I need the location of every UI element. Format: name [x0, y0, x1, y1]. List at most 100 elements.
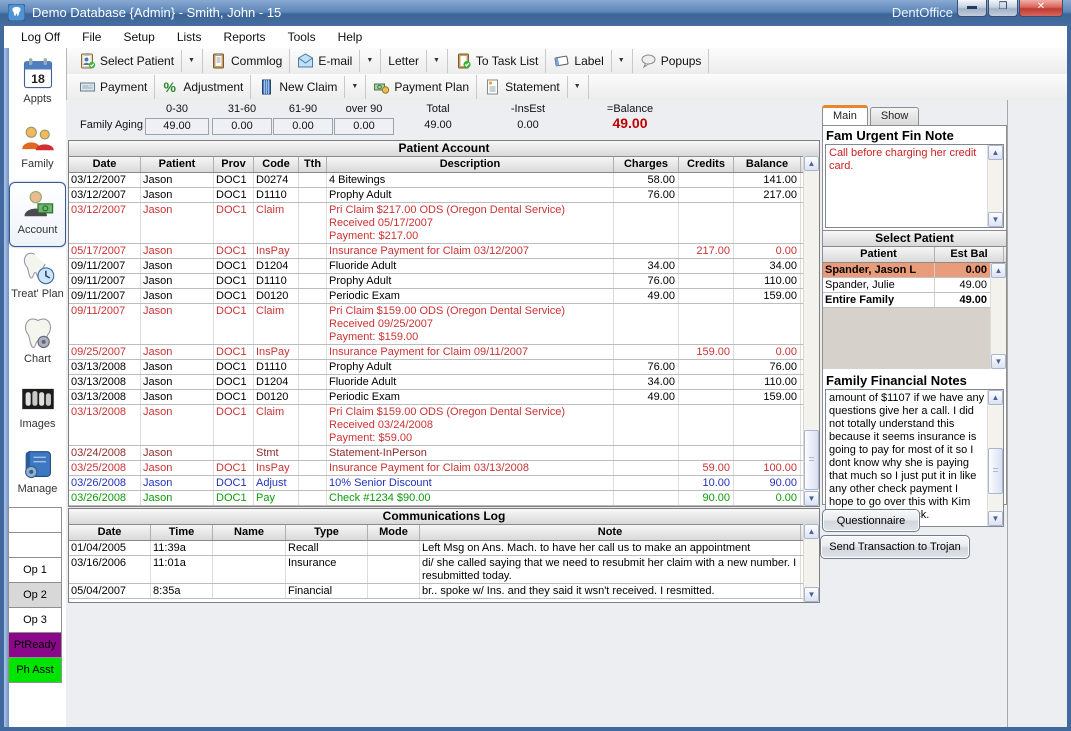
select-patient-row[interactable]: Entire Family49.00: [823, 293, 1006, 308]
maximize-button[interactable]: ❒: [988, 0, 1018, 17]
toolbar-button-to-task-list[interactable]: To Task List: [448, 49, 546, 73]
questionnaire-button[interactable]: Questionnaire: [822, 509, 920, 532]
urgent-note-box[interactable]: Call before charging her credit card. ▲ …: [825, 144, 1004, 228]
scroll-down-icon[interactable]: ▼: [991, 354, 1006, 369]
scroll-up-icon[interactable]: ▲: [988, 390, 1003, 405]
menu-item-file[interactable]: File: [71, 27, 112, 47]
account-row[interactable]: 03/12/2007JasonDOC1D02744 Bitewings58.00…: [69, 173, 819, 188]
account-row[interactable]: 03/12/2007JasonDOC1ClaimPri Claim $217.0…: [69, 203, 819, 244]
close-button[interactable]: ✕: [1019, 0, 1063, 17]
sidebar-item-images[interactable]: Images: [9, 377, 66, 442]
account-row[interactable]: 09/11/2007JasonDOC1ClaimPri Claim $159.0…: [69, 304, 819, 345]
select-patient-scrollbar[interactable]: ▲ ▼: [990, 263, 1006, 369]
toolbar-button-e-mail[interactable]: E-mail▼: [290, 49, 381, 73]
sidebar-item-appts[interactable]: 18Appts: [9, 52, 66, 117]
toolbar-button-label: Adjustment: [183, 80, 243, 94]
column-header-date: Date: [69, 525, 151, 540]
dropdown-arrow-icon[interactable]: ▼: [181, 50, 195, 72]
cell: 09/11/2007: [69, 304, 141, 344]
cell: [614, 244, 679, 258]
toolbar-button-adjustment[interactable]: %Adjustment: [155, 75, 251, 99]
toolbar-button-letter[interactable]: Letter▼: [381, 49, 448, 73]
dropdown-arrow-icon[interactable]: ▼: [611, 50, 625, 72]
cell: DOC1: [214, 188, 254, 202]
dropdown-arrow-icon[interactable]: ▼: [426, 50, 440, 72]
commlog-scrollbar[interactable]: ▲ ▼: [803, 524, 819, 602]
toolbar-button-statement[interactable]: Statement▼: [477, 75, 589, 99]
op-cell-op-3[interactable]: Op 3: [8, 607, 62, 633]
cell: 01/04/2005: [69, 541, 151, 555]
commlog-row[interactable]: 03/16/200611:01aInsurancedi/ she called …: [69, 556, 819, 584]
select-patient-row[interactable]: Spander, Jason L0.00: [823, 263, 1006, 278]
scroll-up-icon[interactable]: ▲: [804, 156, 819, 171]
toolbar-button-label: Payment Plan: [394, 80, 469, 94]
toolbar-button-label[interactable]: Label▼: [546, 49, 632, 73]
send-transaction-trojan-button[interactable]: Send Transaction to Trojan: [820, 535, 970, 559]
scroll-down-icon[interactable]: ▼: [804, 491, 819, 506]
account-row[interactable]: 03/13/2008JasonDOC1D1110Prophy Adult76.0…: [69, 360, 819, 375]
fin-notes-scrollbar[interactable]: ▲ ▼: [987, 390, 1003, 526]
cell: 03/26/2008: [69, 476, 141, 490]
column-header-balance: Balance: [734, 157, 801, 172]
op-cell-ph-asst[interactable]: Ph Asst: [8, 657, 62, 683]
menu-item-lists[interactable]: Lists: [166, 27, 213, 47]
account-row[interactable]: 03/26/2008JasonDOC1Adjust10% Senior Disc…: [69, 476, 819, 491]
toolbar-button-commlog[interactable]: Commlog: [203, 49, 290, 73]
account-row[interactable]: 03/25/2008JasonDOC1InsPayInsurance Payme…: [69, 461, 819, 476]
op-cell-op-2[interactable]: Op 2: [8, 582, 62, 608]
scroll-up-icon[interactable]: ▲: [988, 145, 1003, 160]
sidebar-item-account[interactable]: Account: [9, 182, 66, 247]
account-row[interactable]: 03/13/2008JasonDOC1ClaimPri Claim $159.0…: [69, 405, 819, 446]
cell: [299, 360, 327, 374]
scroll-down-icon[interactable]: ▼: [988, 212, 1003, 227]
account-scroll-thumb[interactable]: [804, 430, 819, 490]
account-row[interactable]: 05/17/2007JasonDOC1InsPayInsurance Payme…: [69, 244, 819, 259]
scroll-up-icon[interactable]: ▲: [804, 524, 819, 539]
patient-name: Spander, Jason L: [823, 263, 935, 277]
commlog-row[interactable]: 05/04/20078:35aFinancialbr.. spoke w/ In…: [69, 584, 819, 599]
toolbar-button-select-patient[interactable]: Select Patient▼: [72, 49, 203, 73]
menu-item-log-off[interactable]: Log Off: [10, 27, 71, 47]
toolbar-button-popups[interactable]: Popups: [633, 49, 710, 73]
sidebar-item-manage[interactable]: Manage: [9, 442, 66, 507]
sidebar-item-treat-plan[interactable]: Treat' Plan: [9, 247, 66, 312]
account-row[interactable]: 03/24/2008JasonStmtStatement-InPerson: [69, 446, 819, 461]
fin-notes-box[interactable]: amount of $1107 if we have any questions…: [825, 389, 1004, 527]
account-row[interactable]: 03/26/2008JasonDOC1PayCheck #1234 $90.00…: [69, 491, 819, 506]
toolbar-button-new-claim[interactable]: New Claim▼: [251, 75, 366, 99]
account-row[interactable]: 09/25/2007JasonDOC1InsPayInsurance Payme…: [69, 345, 819, 360]
scroll-down-icon[interactable]: ▼: [804, 587, 819, 602]
tab-show[interactable]: Show: [870, 107, 920, 125]
account-scrollbar[interactable]: ▲ ▼: [803, 156, 819, 506]
sidebar-item-family[interactable]: Family: [9, 117, 66, 182]
scroll-up-icon[interactable]: ▲: [991, 263, 1006, 278]
op-cell-op-1[interactable]: Op 1: [8, 557, 62, 583]
dropdown-arrow-icon[interactable]: ▼: [344, 76, 358, 98]
account-row[interactable]: 09/11/2007JasonDOC1D1110Prophy Adult76.0…: [69, 274, 819, 289]
dropdown-arrow-icon[interactable]: ▼: [359, 50, 373, 72]
urgent-note-scrollbar[interactable]: ▲ ▼: [987, 145, 1003, 227]
toolbar-button-payment-plan[interactable]: Payment Plan: [366, 75, 477, 99]
dropdown-arrow-icon[interactable]: ▼: [567, 76, 581, 98]
fin-notes-scroll-thumb[interactable]: [988, 448, 1003, 494]
menu-item-tools[interactable]: Tools: [277, 27, 327, 47]
menu-item-setup[interactable]: Setup: [112, 27, 165, 47]
account-row[interactable]: 09/11/2007JasonDOC1D0120Periodic Exam49.…: [69, 289, 819, 304]
select-patient-row[interactable]: Spander, Julie49.00: [823, 278, 1006, 293]
tab-main[interactable]: Main: [822, 105, 868, 125]
commlog-row[interactable]: 01/04/200511:39aRecallLeft Msg on Ans. M…: [69, 541, 819, 556]
op-cell-empty[interactable]: [8, 532, 62, 558]
sidebar-item-chart[interactable]: Chart: [9, 312, 66, 377]
op-cell-ptready[interactable]: PtReady: [8, 632, 62, 658]
account-row[interactable]: 03/12/2007JasonDOC1D1110Prophy Adult76.0…: [69, 188, 819, 203]
menu-item-help[interactable]: Help: [327, 27, 374, 47]
scroll-down-icon[interactable]: ▼: [988, 511, 1003, 526]
account-row[interactable]: 03/13/2008JasonDOC1D1204Fluoride Adult34…: [69, 375, 819, 390]
cell-description: Periodic Exam: [327, 390, 614, 404]
op-cell-empty[interactable]: [8, 507, 62, 533]
account-row[interactable]: 09/11/2007JasonDOC1D1204Fluoride Adult34…: [69, 259, 819, 274]
menu-item-reports[interactable]: Reports: [213, 27, 277, 47]
toolbar-button-payment[interactable]: Payment: [72, 75, 155, 99]
minimize-button[interactable]: ▬: [957, 0, 987, 17]
account-row[interactable]: 03/13/2008JasonDOC1D0120Periodic Exam49.…: [69, 390, 819, 405]
